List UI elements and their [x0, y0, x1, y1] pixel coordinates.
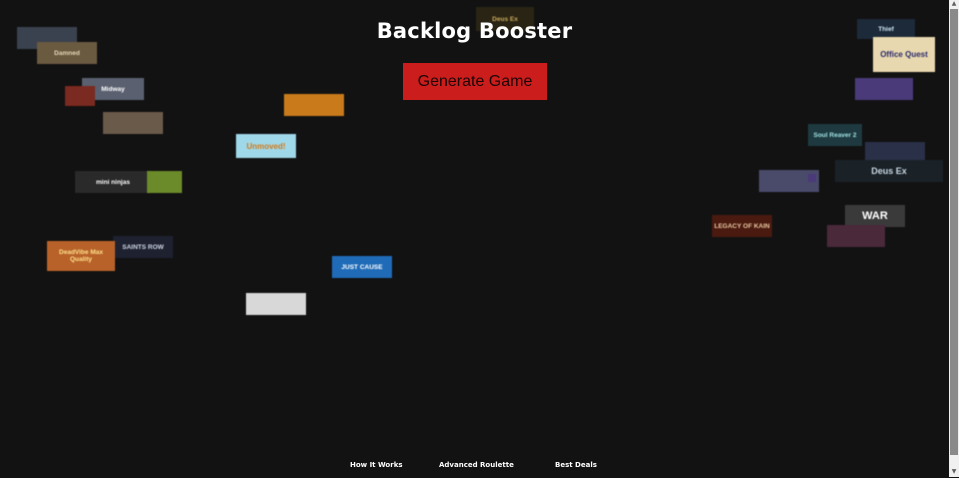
game-cover[interactable]: Deus Ex [835, 160, 943, 182]
page-title: Backlog Booster [376, 19, 573, 43]
game-cover[interactable] [827, 225, 885, 247]
vertical-scrollbar[interactable]: ▲ ▼ [949, 0, 959, 477]
generate-game-button[interactable]: Generate Game [403, 63, 547, 100]
game-cover[interactable]: SAINTS ROW [113, 236, 173, 258]
game-cover[interactable] [855, 78, 913, 100]
best-deals-link[interactable]: Best Deals [555, 461, 597, 469]
how-it-works-link[interactable]: How It Works [350, 461, 403, 469]
page: Deus Ex Damned Midway Unmoved! mini ninj… [0, 0, 949, 477]
game-cover[interactable]: Damned [37, 42, 97, 64]
advanced-roulette-link[interactable]: Advanced Roulette [439, 461, 514, 469]
chevron-down-icon[interactable]: ▼ [949, 466, 959, 478]
game-cover[interactable] [147, 171, 182, 193]
game-cover[interactable]: WAR [845, 205, 905, 227]
game-cover[interactable] [808, 174, 816, 182]
game-cover[interactable] [103, 112, 163, 134]
game-cover[interactable]: Unmoved! [236, 134, 296, 158]
game-cover[interactable]: Soul Reaver 2 [808, 124, 862, 146]
game-cover[interactable]: DeadVibe Max Quality [47, 241, 115, 271]
game-cover[interactable]: mini ninjas [75, 171, 151, 193]
game-cover[interactable] [246, 293, 306, 315]
game-cover[interactable]: JUST CAUSE [332, 256, 392, 278]
game-cover[interactable] [284, 94, 344, 116]
game-cover[interactable]: LEGACY OF KAIN [712, 215, 772, 237]
scroll-thumb[interactable] [950, 9, 958, 455]
game-cover[interactable] [65, 86, 95, 106]
